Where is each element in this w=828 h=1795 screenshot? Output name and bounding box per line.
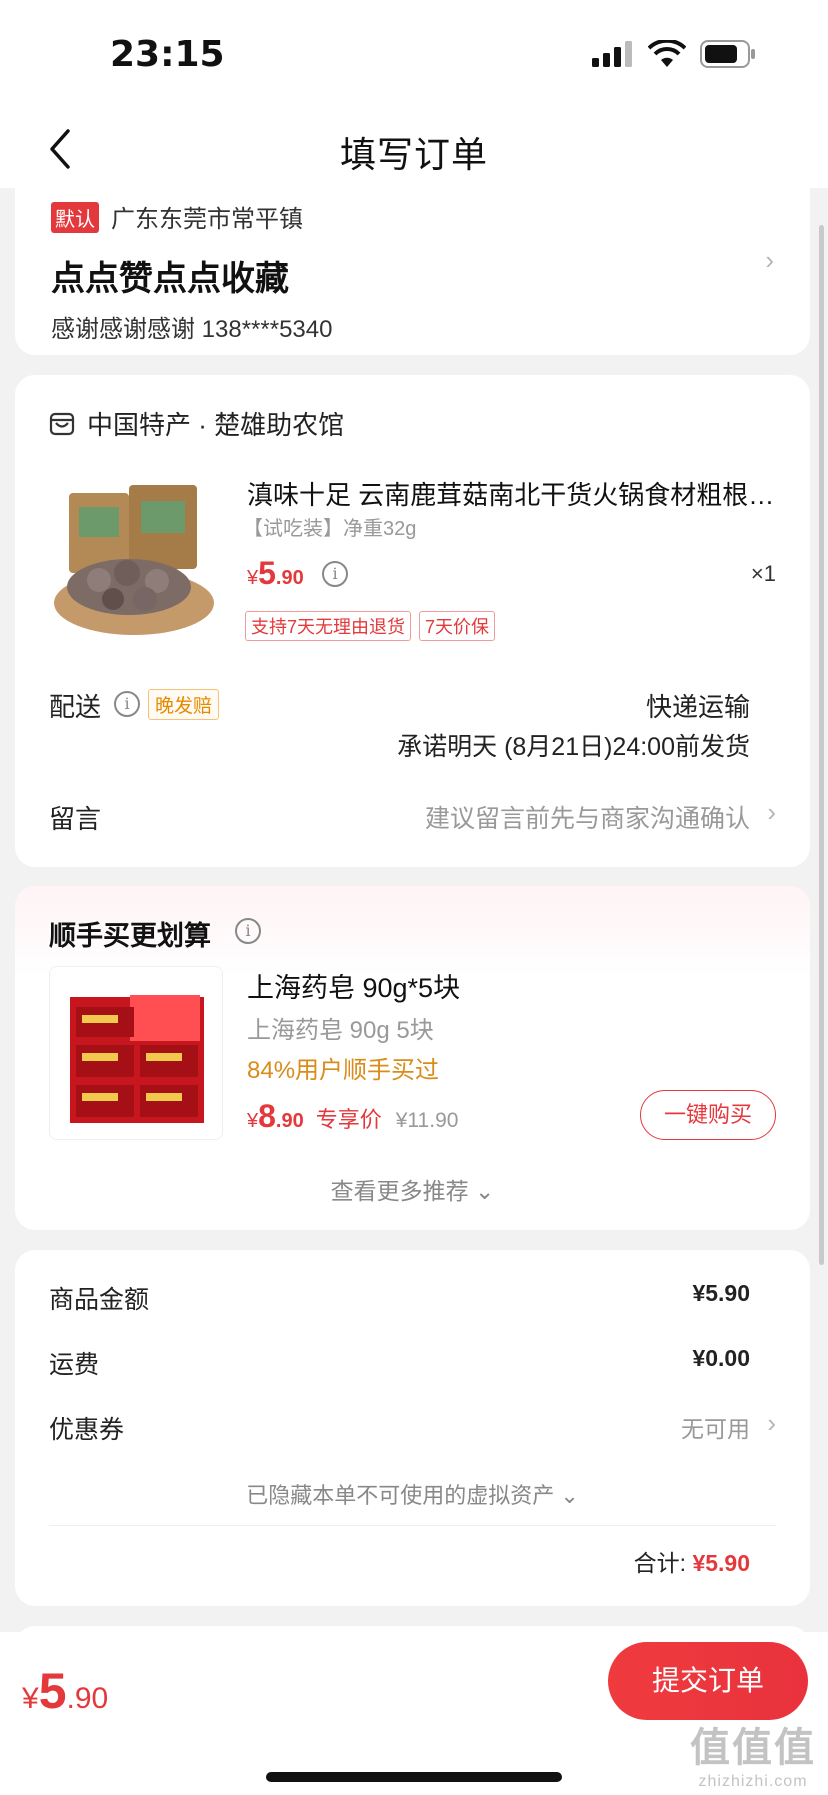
product-image[interactable] — [49, 475, 219, 645]
total-value: ¥5.90 — [692, 1550, 750, 1576]
recommend-card: 顺手买更划算 i 上海药皂 90g*5块 上海药皂 90g 5块 84%用户顺手… — [15, 886, 810, 1230]
shipping-label: 配送 — [49, 692, 102, 722]
price-decimal: .90 — [275, 1110, 304, 1132]
divider — [49, 1525, 776, 1526]
freight-value: ¥0.00 — [692, 1345, 750, 1371]
product-title[interactable]: 滇味十足 云南鹿茸菇南北干货火锅食材粗根… — [247, 475, 777, 512]
recommend-name[interactable]: 上海药皂 90g*5块 — [247, 966, 460, 1005]
exclusive-price-label: 专享价 — [315, 1107, 382, 1132]
hidden-assets-toggle[interactable]: 已隐藏本单不可使用的虚拟资产 ⌄ — [15, 1478, 810, 1510]
goods-amount-value: ¥5.90 — [692, 1280, 750, 1306]
page-title: 填写订单 — [339, 134, 488, 175]
recipient-contact: 感谢感谢感谢 138****5340 — [51, 316, 333, 343]
wifi-icon — [648, 40, 686, 67]
store-icon — [49, 412, 75, 435]
goods-amount-label: 商品金额 — [49, 1286, 150, 1314]
price-protect-tag: 7天价保 — [419, 611, 496, 641]
default-badge: 默认 — [51, 202, 99, 233]
product-quantity: ×1 — [750, 561, 776, 586]
total-row: 合计: ¥5.90 — [634, 1544, 750, 1578]
status-time: 23:15 — [110, 34, 225, 75]
price-currency: ¥ — [247, 567, 259, 589]
watermark-url: zhizhizhi.com — [698, 1773, 808, 1790]
cellular-signal-icon — [592, 41, 632, 67]
price-currency: ¥ — [247, 1110, 259, 1132]
store-row[interactable]: 中国特产 · 楚雄助农馆 — [49, 405, 344, 442]
late-compensation-tag: 晚发赔 — [148, 689, 220, 720]
recommend-price: ¥ 8 .90 专享价 ¥11.90 — [247, 1098, 458, 1135]
shipping-info-icon[interactable]: i — [114, 691, 140, 717]
total-label: 合计: — [633, 1550, 687, 1576]
submit-order-button[interactable]: 提交订单 — [608, 1642, 808, 1720]
note-label: 留言 — [49, 804, 102, 834]
battery-icon — [700, 40, 755, 68]
recommend-spec: 上海药皂 90g 5块 — [247, 1017, 434, 1044]
address-card[interactable]: 默认 广东东莞市常平镇 点点赞点点收藏 感谢感谢感谢 138****5340 › — [15, 175, 810, 355]
recommend-title: 顺手买更划算 — [49, 921, 211, 951]
original-price: ¥11.90 — [395, 1109, 459, 1132]
more-recommendations-link[interactable]: 查看更多推荐 ⌄ — [15, 1172, 810, 1206]
shipping-method: 快递运输 — [645, 692, 750, 722]
status-icons — [592, 40, 756, 68]
recommend-image[interactable] — [49, 966, 223, 1140]
service-tags: 支持7天无理由退货 7天价保 — [245, 611, 496, 641]
freight-label: 运费 — [49, 1351, 100, 1379]
address-region: 广东东莞市常平镇 — [111, 206, 303, 233]
price-integer: 5 — [38, 1663, 67, 1719]
recommend-bought-rate: 84%用户顺手买过 — [247, 1057, 440, 1084]
price-currency: ¥ — [22, 1682, 39, 1715]
home-indicator[interactable] — [266, 1772, 562, 1782]
recommend-info-icon[interactable]: i — [235, 918, 261, 944]
goods-amount-row: 商品金额 ¥5.90 — [49, 1280, 750, 1316]
one-click-buy-button[interactable]: 一键购买 — [640, 1090, 776, 1140]
price-info-icon[interactable]: i — [322, 561, 348, 587]
chevron-right-icon: › — [767, 1408, 776, 1438]
product-card: 中国特产 · 楚雄助农馆 滇味十足 云南鹿茸菇南北干货火锅食材粗根… 【试吃装】… — [15, 375, 810, 867]
return-policy-tag: 支持7天无理由退货 — [245, 611, 412, 641]
coupon-row[interactable]: 优惠券 无可用 — [49, 1410, 750, 1446]
coupon-label: 优惠券 — [49, 1416, 125, 1444]
chevron-right-icon: › — [765, 245, 774, 275]
price-decimal: .90 — [275, 567, 304, 589]
recipient-name: 点点赞点点收藏 — [51, 260, 289, 298]
scrollbar[interactable] — [819, 225, 824, 1265]
watermark: 值值值 zhizhizhi.com — [690, 1715, 816, 1791]
bottom-total-price: ¥ 5 .90 — [22, 1662, 108, 1720]
shipping-promise: 承诺明天 (8月21日)24:00前发货 — [397, 733, 750, 761]
coupon-value: 无可用 — [681, 1416, 750, 1442]
product-spec: 【试吃装】净重32g — [243, 518, 417, 540]
watermark-logo: 值值值 — [690, 1726, 816, 1770]
summary-card: 商品金额 ¥5.90 运费 ¥0.00 优惠券 无可用 › 已隐藏本单不可使用的… — [15, 1250, 810, 1606]
price-integer: 5 — [258, 555, 276, 591]
price-decimal: .90 — [66, 1682, 109, 1715]
product-price: ¥ 5 .90 — [247, 555, 304, 592]
store-name: 中国特产 · 楚雄助农馆 — [87, 410, 345, 440]
freight-row: 运费 ¥0.00 — [49, 1345, 750, 1381]
note-input[interactable]: 建议留言前先与商家沟通确认 — [425, 799, 750, 835]
price-integer: 8 — [258, 1098, 276, 1134]
chevron-right-icon: › — [767, 797, 776, 827]
status-bar: 23:15 — [0, 0, 828, 112]
